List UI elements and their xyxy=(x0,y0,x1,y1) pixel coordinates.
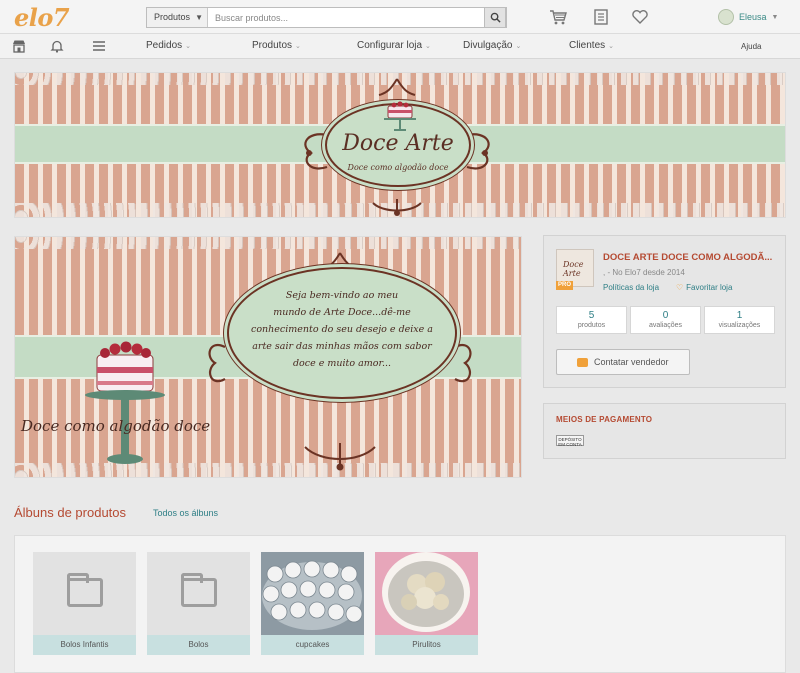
cover-subtitle: Doce como algodão doce xyxy=(347,163,449,172)
nav-item-label: Pedidos xyxy=(146,40,183,51)
nav-item-label: Produtos xyxy=(252,40,293,51)
heart-icon: ♡ xyxy=(676,283,684,292)
stat-label: visualizações xyxy=(718,322,761,329)
welcome-line: conhecimento do seu desejo e deixe a xyxy=(251,324,433,335)
cover-medallion: Doce Arte Doce como algodão doce xyxy=(325,101,471,187)
favorite-store-label: Favoritar loja xyxy=(686,283,733,292)
stat-value: 5 xyxy=(588,310,595,321)
bell-icon[interactable] xyxy=(50,39,64,53)
contact-seller-label: Contatar vendedor xyxy=(594,357,669,367)
nav-item-divulgacao[interactable]: Divulgação ⌄ xyxy=(463,40,521,51)
cake-icon xyxy=(384,101,416,131)
chevron-down-icon: ▼ xyxy=(771,13,779,21)
chevron-down-icon: ⌄ xyxy=(608,43,615,50)
cart-icon[interactable] xyxy=(549,9,567,25)
chevron-down-icon: ⌄ xyxy=(295,43,301,50)
store-policies-link[interactable]: Políticas da loja xyxy=(603,283,659,292)
nav-item-pedidos[interactable]: Pedidos ⌄ xyxy=(146,40,191,51)
store-icon[interactable] xyxy=(12,39,26,53)
search-input[interactable] xyxy=(209,8,485,27)
welcome-message: Seja bem-vindo ao meu mundo de Arte Doce… xyxy=(229,269,455,372)
avatar xyxy=(718,9,734,25)
welcome-line: Seja bem-vindo ao meu xyxy=(285,290,399,301)
payment-methods-title: MEIOS DE PAGAMENTO xyxy=(556,415,653,424)
stat-products[interactable]: 5 produtos xyxy=(556,306,627,334)
albums-panel: Bolos Infantis Bolos cupcakes Pirulitos xyxy=(14,535,786,673)
lollipops-photo xyxy=(375,552,478,635)
chevron-down-icon: ▼ xyxy=(195,13,203,22)
user-name: Eleusa xyxy=(739,12,767,22)
cake-stand-illustration xyxy=(85,341,165,464)
store-name[interactable]: DOCE ARTE DOCE COMO ALGODÃ... xyxy=(603,252,772,263)
help-link[interactable]: Ajuda xyxy=(741,42,761,51)
favorite-store-link[interactable]: ♡ Favoritar loja xyxy=(676,283,732,292)
store-info-card: Doce Arte PRO DOCE ARTE DOCE COMO ALGODÃ… xyxy=(543,235,786,388)
welcome-banner: Seja bem-vindo ao meu mundo de Arte Doce… xyxy=(14,236,522,478)
main-nav: Pedidos ⌄ Produtos ⌄ Configurar loja ⌄ Divu… xyxy=(0,34,800,59)
nav-item-label: Configurar loja xyxy=(357,40,423,51)
heart-icon[interactable] xyxy=(631,9,649,25)
payment-methods-card: MEIOS DE PAGAMENTO DEPÓSITO EM CONTA xyxy=(543,403,786,459)
album-label: Pirulitos xyxy=(375,635,478,655)
stat-label: produtos xyxy=(577,322,606,329)
cupcakes-photo xyxy=(261,552,364,635)
orders-list-icon[interactable] xyxy=(592,9,610,25)
elo7-logo[interactable]: elo7 xyxy=(14,3,70,32)
welcome-line: mundo de Arte Doce...dê-me xyxy=(273,307,411,318)
nav-item-clientes[interactable]: Clientes ⌄ xyxy=(569,40,614,51)
album-label: Bolos Infantis xyxy=(33,635,136,655)
pro-badge: PRO xyxy=(556,281,573,290)
album-label: cupcakes xyxy=(261,635,364,655)
stat-views[interactable]: 1 visualizações xyxy=(704,306,775,334)
chat-bubble-icon xyxy=(577,357,588,367)
menu-icon[interactable] xyxy=(92,39,106,53)
store-cover-banner: Doce Arte Doce como algodão doce xyxy=(14,72,786,218)
top-bar: elo7 Produtos ▼ Eleusa ▼ xyxy=(0,0,800,34)
chevron-down-icon: ⌄ xyxy=(185,43,192,50)
store-since: , - No Elo7 desde 2014 xyxy=(603,268,685,277)
album-label: Bolos xyxy=(147,635,250,655)
search-category-select[interactable]: Produtos ▼ xyxy=(147,8,208,27)
store-logo-text: Doce Arte xyxy=(563,260,584,278)
stat-label: avaliações xyxy=(648,322,683,329)
search-bar: Produtos ▼ xyxy=(146,7,507,28)
welcome-line: doce e muito amor... xyxy=(292,358,392,369)
album-card[interactable]: Pirulitos xyxy=(375,552,478,655)
nav-item-configurar-loja[interactable]: Configurar loja ⌄ xyxy=(357,40,431,51)
folder-icon xyxy=(181,573,217,607)
search-button[interactable] xyxy=(484,7,506,28)
folder-icon xyxy=(67,573,103,607)
chevron-down-icon: ⌄ xyxy=(515,43,522,50)
stat-value: 0 xyxy=(662,310,669,321)
search-icon xyxy=(490,12,501,23)
album-card[interactable]: Bolos xyxy=(147,552,250,655)
stat-reviews[interactable]: 0 avaliações xyxy=(630,306,701,334)
albums-title: Álbuns de produtos xyxy=(14,505,127,520)
search-category-label: Produtos xyxy=(154,12,191,22)
chevron-down-icon: ⌄ xyxy=(425,43,431,50)
stat-value: 1 xyxy=(736,310,743,321)
album-thumbnail xyxy=(33,552,136,635)
contact-seller-button[interactable]: Contatar vendedor xyxy=(556,349,690,375)
welcome-line: arte sair das minhas mãos com sabor xyxy=(252,341,432,352)
album-card[interactable]: cupcakes xyxy=(261,552,364,655)
nav-item-label: Clientes xyxy=(569,40,606,51)
bank-deposit-badge: DEPÓSITO EM CONTA xyxy=(556,435,584,447)
cover-title: Doce Arte xyxy=(342,131,454,156)
nav-item-produtos[interactable]: Produtos ⌄ xyxy=(252,40,301,51)
user-menu[interactable]: Eleusa ▼ xyxy=(718,9,778,25)
album-card[interactable]: Bolos Infantis xyxy=(33,552,136,655)
all-albums-link[interactable]: Todos os álbuns xyxy=(153,508,218,518)
album-thumbnail xyxy=(147,552,250,635)
nav-item-label: Divulgação xyxy=(463,40,513,51)
welcome-medallion: Seja bem-vindo ao meu mundo de Arte Doce… xyxy=(227,267,457,399)
welcome-slogan: Doce como algodão doce xyxy=(21,417,211,435)
